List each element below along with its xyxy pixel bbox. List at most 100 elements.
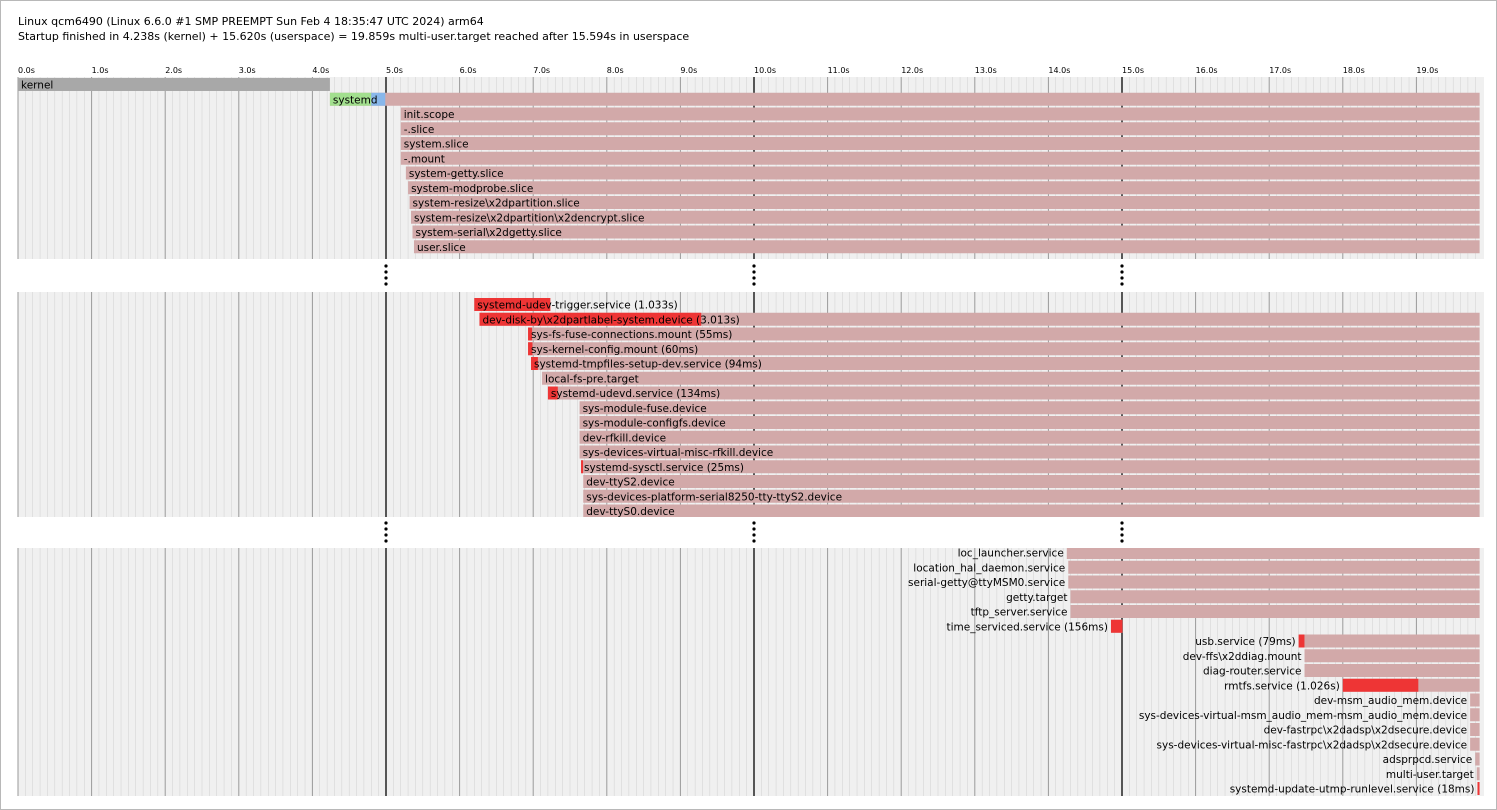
unit-label: systemd-sysctl.service (25ms) <box>584 462 744 474</box>
axis-tick-label: 17.0s <box>1269 66 1291 75</box>
unit-label: dev-fastrpc\x2dadsp\x2dsecure.device <box>1264 725 1467 737</box>
axis-tick-label: 7.0s <box>533 66 550 75</box>
axis-tick-label: 12.0s <box>901 66 923 75</box>
unit-bar <box>1070 590 1480 604</box>
unit-bar <box>579 430 1480 444</box>
axis-tick-label: 14.0s <box>1048 66 1070 75</box>
axis-tick-label: 16.0s <box>1196 66 1218 75</box>
ellipsis-dot <box>384 521 388 525</box>
unit-label: dev-ttyS0.device <box>586 506 674 518</box>
boot-timeline-chart: 0.0s 1.0s 2.0s 3.0s 4.0s 5.0s 6.0s 7.0s 8.0s 9.0s… <box>1 66 1496 796</box>
unit-label: sys-module-fuse.device <box>583 403 707 415</box>
ellipsis-dot <box>752 527 756 531</box>
unit-label: time_serviced.service (156ms) <box>946 621 1107 633</box>
unit-bar <box>405 166 1480 180</box>
axis-tick-label: 3.0s <box>239 66 256 75</box>
unit-label: init.scope <box>404 109 455 121</box>
unit-label: system-resize\x2dpartition\x2dencrypt.sl… <box>414 212 645 224</box>
unit-bar <box>1470 737 1480 751</box>
unit-label: adsprpcd.service <box>1383 754 1473 766</box>
unit-label: -.slice <box>404 124 435 136</box>
unit-bar <box>412 225 1480 239</box>
activating-bar <box>1477 782 1480 795</box>
unit-label: systemd <box>333 94 378 106</box>
axis-tick-label: 9.0s <box>680 66 697 75</box>
unit-label: system-serial\x2dgetty.slice <box>415 227 561 239</box>
unit-label: dev-msm_audio_mem.device <box>1314 695 1467 707</box>
unit-label: rmtfs.service (1.026s) <box>1224 680 1340 692</box>
ellipsis-dot <box>752 533 756 537</box>
axis-tick-label: 15.0s <box>1122 66 1144 75</box>
ellipsis-dot <box>384 539 388 543</box>
unit-bar <box>400 151 1480 165</box>
unit-label: sys-devices-virtual-misc-rfkill.device <box>583 447 774 459</box>
ellipsis-dot <box>752 521 756 525</box>
ellipsis-dot <box>752 282 756 286</box>
unit-label: serial-getty@ttyMSM0.service <box>908 577 1065 589</box>
unit-label: loc_launcher.service <box>958 548 1064 560</box>
unit-label: systemd-tmpfiles-setup-dev.service (94ms… <box>534 359 762 371</box>
axis-tick-label: 8.0s <box>607 66 624 75</box>
unit-label: dev-ffs\x2ddiag.mount <box>1183 651 1302 663</box>
unit-bar <box>1068 560 1480 574</box>
unit-label: getty.target <box>1006 592 1067 604</box>
unit-label: sys-devices-platform-serial8250-tty-ttyS… <box>586 491 842 503</box>
unit-label: diag-router.service <box>1203 666 1302 678</box>
activating-bar <box>581 460 584 474</box>
unit-label: dev-disk-by\x2dpartlabel-system.device (… <box>482 314 739 326</box>
unit-label: multi-user.target <box>1386 769 1474 781</box>
ellipsis-dot <box>384 276 388 280</box>
unit-label: -.mount <box>404 153 445 165</box>
strip-gap <box>1 263 1496 289</box>
unit-label: system-modprobe.slice <box>411 183 533 195</box>
unit-bar <box>408 181 1480 195</box>
ellipsis-dot <box>752 270 756 274</box>
unit-label: sys-fs-fuse-connections.mount (55ms) <box>531 329 732 341</box>
unit-bar <box>1068 575 1480 589</box>
strip-gap <box>1 520 1496 546</box>
unit-bar <box>579 401 1480 415</box>
unit-bar <box>400 137 1480 150</box>
unit-bar <box>400 122 1480 136</box>
unit-bar <box>413 240 1480 254</box>
unit-label: location_hal_daemon.service <box>913 562 1065 574</box>
ellipsis-dot <box>1120 533 1124 537</box>
unit-label: sys-kernel-config.mount (60ms) <box>531 344 698 356</box>
ellipsis-dot <box>1120 521 1124 525</box>
unit-label: local-fs-pre.target <box>545 373 639 385</box>
ellipsis-dot <box>1120 527 1124 531</box>
unit-bar <box>18 78 330 91</box>
ellipsis-dot <box>752 539 756 543</box>
ellipsis-dot <box>384 533 388 537</box>
unit-label: usb.service (79ms) <box>1195 636 1295 648</box>
ellipsis-dot <box>384 527 388 531</box>
axis-tick-label: 11.0s <box>828 66 850 75</box>
unit-label: sys-module-configfs.device <box>583 418 726 430</box>
axis-tick-label: 6.0s <box>460 66 477 75</box>
ellipsis-dot <box>1120 264 1124 268</box>
unit-bar <box>583 475 1480 488</box>
ellipsis-dot <box>1120 276 1124 280</box>
unit-label: system-getty.slice <box>409 168 504 180</box>
unit-bar <box>1066 548 1480 559</box>
ellipsis-dot <box>752 264 756 268</box>
unit-label: sys-devices-virtual-msm_audio_mem-msm_au… <box>1139 710 1467 722</box>
axis-tick-label: 1.0s <box>92 66 109 75</box>
unit-bar <box>1470 708 1480 722</box>
unit-label: tftp_server.service <box>971 607 1068 619</box>
ellipsis-dot <box>384 282 388 286</box>
unit-bar <box>1475 752 1480 766</box>
axis-tick-label: 18.0s <box>1343 66 1365 75</box>
unit-bar <box>1070 605 1480 618</box>
unit-bar <box>542 371 1480 385</box>
unit-label: user.slice <box>417 242 466 254</box>
unit-label: system.slice <box>404 139 469 151</box>
axis-tick-label: 13.0s <box>975 66 997 75</box>
ellipsis-dot <box>384 264 388 268</box>
axis-tick-label: 10.0s <box>754 66 776 75</box>
unit-bar <box>400 107 1480 121</box>
unit-label: dev-ttyS2.device <box>586 477 674 489</box>
unit-bar <box>1470 693 1480 707</box>
ellipsis-dot <box>1120 282 1124 286</box>
axis-tick-label: 2.0s <box>165 66 182 75</box>
